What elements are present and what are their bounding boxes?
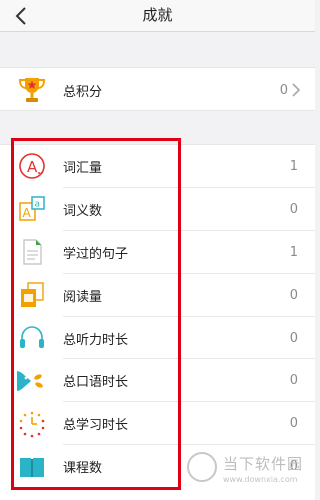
watermark-text: 当下软件园	[223, 455, 304, 473]
stat-label: 总听力时长	[63, 332, 129, 348]
total-points-value: 0	[279, 82, 288, 98]
stats-list: A 词汇量 1 A a 词义数 0 学过的句子 1 阅读量 0 总听力时长 0 …	[0, 144, 315, 500]
stat-row-word-meanings[interactable]: A a 词义数 0	[0, 188, 315, 231]
stat-row-listening-time[interactable]: 总听力时长 0	[0, 317, 315, 360]
watermark-logo: 当下软件园 www.downxia.com	[183, 448, 315, 492]
stat-value: 0	[289, 373, 298, 389]
stat-label: 词汇量	[63, 160, 103, 176]
watermark-icon	[187, 452, 217, 482]
stat-value: 0	[289, 287, 298, 303]
stat-row-sentences[interactable]: 学过的句子 1	[0, 231, 315, 274]
reading-icon	[16, 279, 48, 311]
svg-text:A: A	[27, 158, 38, 176]
stat-value: 1	[289, 244, 298, 260]
stat-value: 0	[289, 416, 298, 432]
page-title: 成就	[142, 6, 173, 24]
course-book-icon	[16, 451, 48, 483]
stat-label: 阅读量	[63, 289, 103, 305]
trophy-icon	[16, 74, 48, 106]
vocabulary-icon: A	[16, 150, 48, 182]
stat-label: 总学习时长	[63, 418, 129, 434]
navigation-bar: 成就	[0, 0, 315, 32]
stat-value: 1	[289, 158, 298, 174]
stat-row-vocabulary[interactable]: A 词汇量 1	[0, 145, 315, 188]
headphones-icon	[16, 322, 48, 354]
speaking-icon	[16, 365, 48, 397]
stat-label: 词义数	[63, 203, 103, 219]
stat-row-speaking-time[interactable]: 总口语时长 0	[0, 359, 315, 403]
stat-label: 课程数	[63, 461, 103, 477]
total-points-row[interactable]: 总积分 0	[0, 68, 315, 112]
total-points-label: 总积分	[63, 84, 103, 100]
stat-row-reading[interactable]: 阅读量 0	[0, 274, 315, 317]
stat-label: 学过的句子	[63, 246, 129, 262]
sentence-document-icon	[16, 236, 48, 268]
stat-value: 0	[289, 201, 298, 217]
watermark-url: www.downxia.com	[223, 475, 298, 484]
stat-value: 0	[289, 330, 298, 346]
svg-text:A: A	[23, 206, 32, 220]
chevron-right-icon	[292, 83, 301, 97]
stat-label: 总口语时长	[63, 375, 129, 391]
total-points-card: 总积分 0	[0, 67, 315, 111]
svg-text:a: a	[35, 200, 41, 210]
stat-row-study-time[interactable]: 总学习时长 0	[0, 402, 315, 446]
word-meaning-icon: A a	[16, 193, 48, 225]
study-timer-icon	[16, 408, 48, 440]
